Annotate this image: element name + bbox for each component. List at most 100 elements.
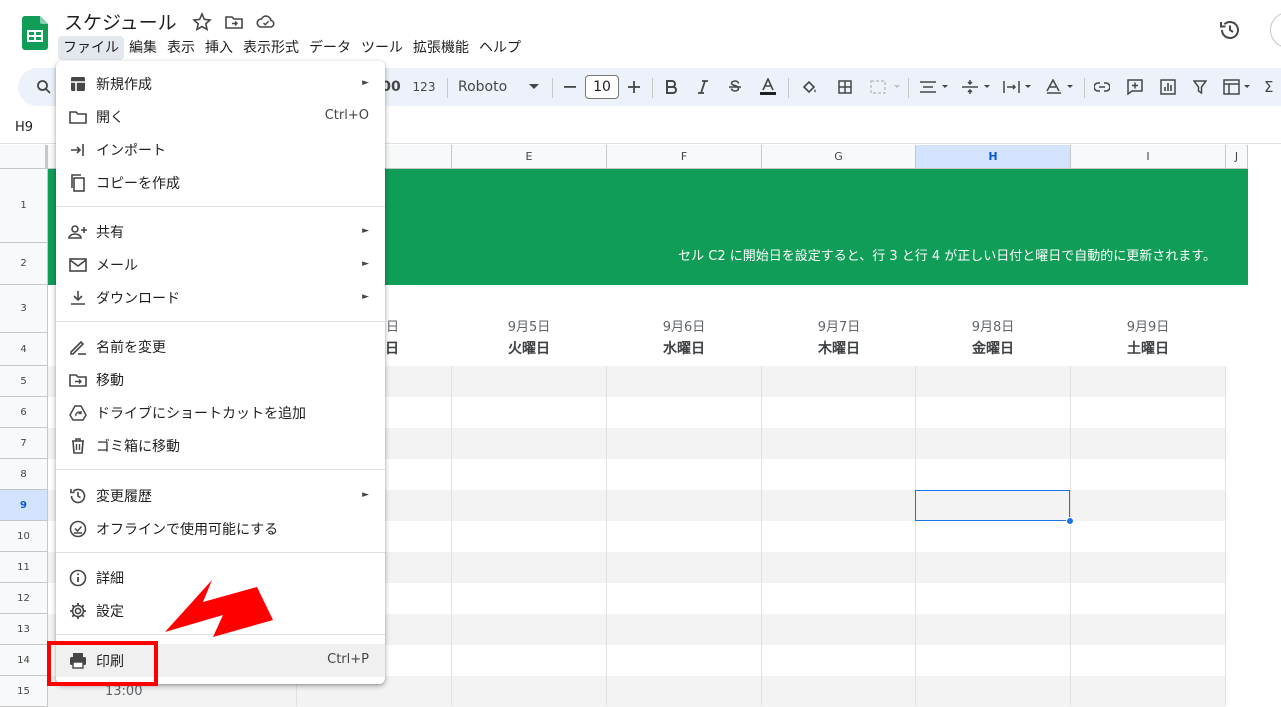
row-header-9[interactable]: 9 — [0, 490, 48, 521]
date-cell[interactable]: 9月5日 — [452, 316, 606, 335]
column-header-j[interactable]: J — [1226, 145, 1248, 169]
strikethrough-icon[interactable] — [726, 68, 744, 106]
row-header-7[interactable]: 7 — [0, 428, 48, 459]
version-history-icon — [70, 488, 86, 504]
day-cell[interactable]: 土曜日 — [1071, 338, 1225, 358]
column-header-e[interactable]: E — [452, 145, 607, 169]
menu-item-rename[interactable]: 名前を変更 — [56, 330, 385, 363]
menu-item-import[interactable]: インポート — [56, 133, 385, 166]
filter-icon[interactable] — [1190, 68, 1210, 106]
day-cell[interactable]: 金曜日 — [916, 338, 1070, 358]
date-cell[interactable]: 9月8日 — [916, 316, 1070, 335]
font-select[interactable]: Roboto — [458, 68, 514, 106]
menu-help[interactable]: ヘルプ — [474, 36, 526, 60]
column-header-i[interactable]: I — [1071, 145, 1226, 169]
row-header-5[interactable]: 5 — [0, 366, 48, 397]
row-header-6[interactable]: 6 — [0, 397, 48, 428]
menu-item-new[interactable]: 新規作成 ► — [56, 67, 385, 100]
row-header-12[interactable]: 12 — [0, 583, 48, 614]
menu-data[interactable]: データ — [304, 36, 356, 60]
menu-item-make-copy[interactable]: コピーを作成 — [56, 166, 385, 199]
menu-item-label: 新規作成 — [96, 77, 152, 93]
date-cell[interactable]: 9月9日 — [1071, 316, 1225, 335]
column-header-h[interactable]: H — [916, 145, 1071, 169]
font-size-increase-icon[interactable] — [624, 68, 644, 106]
font-size-decrease-icon[interactable] — [560, 68, 580, 106]
row-header-11[interactable]: 11 — [0, 552, 48, 583]
menu-edit[interactable]: 編集 — [124, 36, 162, 60]
italic-icon[interactable] — [694, 68, 712, 106]
banner-instruction-text: セル C2 に開始日を設定すると、行 3 と行 4 が正しい日付と曜日で自動的に… — [678, 249, 1216, 264]
day-cell[interactable]: 水曜日 — [607, 338, 761, 358]
menu-item-label: ゴミ箱に移動 — [96, 439, 180, 455]
document-title[interactable]: スケジュール — [64, 8, 177, 35]
date-cell[interactable]: 9月6日 — [607, 316, 761, 335]
version-history-icon[interactable] — [1218, 18, 1242, 42]
menu-item-version-history[interactable]: 変更履歴 ► — [56, 479, 385, 512]
font-dropdown-icon[interactable] — [527, 68, 541, 106]
insert-comment-icon[interactable] — [1125, 68, 1145, 106]
date-cell[interactable]: 9月7日 — [762, 316, 916, 335]
menu-tools[interactable]: ツール — [356, 36, 408, 60]
select-all-corner[interactable] — [0, 145, 48, 169]
selected-cell-h9[interactable] — [915, 490, 1070, 521]
day-cell[interactable]: 火曜日 — [452, 338, 606, 358]
row-header-8[interactable]: 8 — [0, 459, 48, 490]
bold-icon[interactable] — [662, 68, 680, 106]
text-wrap-icon[interactable] — [1000, 68, 1036, 106]
info-icon — [69, 569, 87, 587]
menu-item-trash[interactable]: ゴミ箱に移動 — [56, 429, 385, 462]
menu-view[interactable]: 表示 — [162, 36, 200, 60]
share-button[interactable] — [1270, 12, 1281, 48]
format-number-button[interactable]: 123 — [410, 68, 438, 106]
borders-icon[interactable] — [836, 68, 854, 106]
text-rotation-icon[interactable] — [1042, 68, 1078, 106]
star-icon[interactable] — [192, 12, 212, 32]
copy-icon — [71, 174, 85, 192]
font-size-input[interactable]: 10 — [585, 75, 619, 99]
day-cell[interactable]: 木曜日 — [762, 338, 916, 358]
time-cell[interactable]: 13:00 — [105, 684, 142, 699]
column-header-f[interactable]: F — [607, 145, 762, 169]
vertical-align-icon[interactable] — [958, 68, 994, 106]
functions-icon[interactable]: Σ — [1264, 68, 1281, 106]
row-header-1[interactable]: 1 — [0, 169, 48, 243]
menu-item-label: 設定 — [96, 604, 124, 620]
submenu-arrow-icon: ► — [362, 259, 369, 269]
fill-color-icon[interactable] — [800, 68, 820, 106]
column-header-g[interactable]: G — [762, 145, 916, 169]
menu-item-label: コピーを作成 — [96, 176, 180, 192]
horizontal-align-icon[interactable] — [916, 68, 952, 106]
row-header-2[interactable]: 2 — [0, 243, 48, 285]
cloud-saved-icon[interactable] — [256, 12, 276, 32]
menu-insert[interactable]: 挿入 — [200, 36, 238, 60]
menu-item-add-shortcut[interactable]: ドライブにショートカットを追加 — [56, 396, 385, 429]
menu-item-offline[interactable]: オフラインで使用可能にする — [56, 512, 385, 545]
menu-file[interactable]: ファイル — [58, 36, 124, 60]
search-menus-icon[interactable] — [32, 68, 56, 106]
red-arrow-icon — [165, 580, 273, 637]
row-header-4[interactable]: 4 — [0, 333, 48, 366]
row-header-15[interactable]: 15 — [0, 676, 48, 707]
fill-handle[interactable] — [1066, 517, 1074, 525]
menu-format[interactable]: 表示形式 — [238, 36, 304, 60]
decimal-increase-icon[interactable]: 00 — [381, 68, 400, 106]
menu-extensions[interactable]: 拡張機能 — [408, 36, 474, 60]
sheets-logo-icon[interactable] — [22, 16, 48, 50]
merge-cells-icon[interactable] — [868, 68, 902, 106]
filter-views-icon[interactable] — [1220, 68, 1256, 106]
menu-item-email[interactable]: メール ► — [56, 248, 385, 281]
menu-item-share[interactable]: 共有 ► — [56, 215, 385, 248]
name-box[interactable]: H9 — [15, 120, 33, 135]
row-header-14[interactable]: 14 — [0, 645, 48, 676]
row-header-3[interactable]: 3 — [0, 285, 48, 333]
menu-item-download[interactable]: ダウンロード ► — [56, 281, 385, 314]
insert-link-icon[interactable] — [1092, 68, 1112, 106]
menu-item-open[interactable]: 開く Ctrl+O — [56, 100, 385, 133]
move-folder-icon[interactable] — [224, 12, 244, 32]
row-header-13[interactable]: 13 — [0, 614, 48, 645]
text-color-icon[interactable] — [758, 68, 778, 106]
row-header-10[interactable]: 10 — [0, 521, 48, 552]
insert-chart-icon[interactable] — [1158, 68, 1178, 106]
menu-item-move[interactable]: 移動 — [56, 363, 385, 396]
